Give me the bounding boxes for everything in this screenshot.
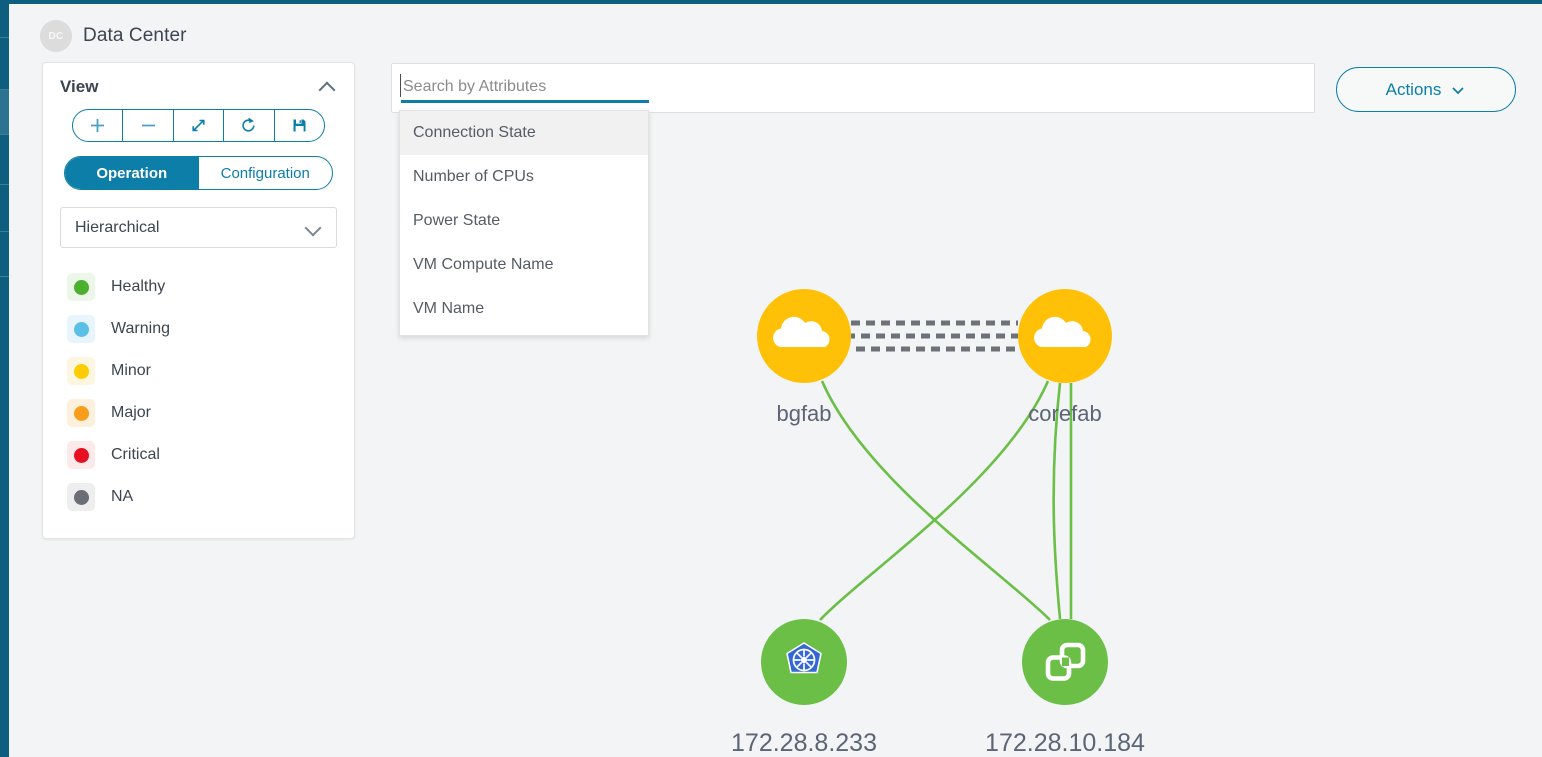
fit-screen-button[interactable] — [174, 110, 225, 141]
node-172-28-10-184[interactable] — [1022, 619, 1108, 705]
mode-toggle-operation[interactable]: Operation — [65, 157, 199, 189]
zoom-in-button[interactable] — [73, 110, 124, 141]
legend-swatch-critical — [67, 441, 95, 469]
legend-item-major: Major — [67, 392, 354, 434]
legend-item-healthy: Healthy — [67, 266, 354, 308]
avatar: DC — [40, 20, 72, 52]
legend-label-healthy: Healthy — [111, 278, 166, 295]
search-attributes-dropdown: Connection State Number of CPUs Power St… — [399, 110, 649, 336]
view-panel-title: View — [60, 77, 99, 96]
zoom-out-button[interactable] — [123, 110, 174, 141]
legend-label-minor: Minor — [111, 362, 152, 379]
nav-segment-7[interactable] — [0, 277, 9, 757]
link-bgfab-corefab[interactable] — [851, 320, 1018, 352]
legend-item-na: NA — [67, 476, 354, 518]
actions-button[interactable]: Actions — [1336, 67, 1516, 112]
search-input[interactable] — [401, 76, 649, 103]
nav-segment-5[interactable] — [0, 185, 9, 232]
text-cursor — [400, 74, 401, 97]
legend-item-critical: Critical — [67, 434, 354, 476]
dropdown-item-vm-name[interactable]: VM Name — [400, 287, 648, 331]
legend-item-warning: Warning — [67, 308, 354, 350]
left-nav-rail[interactable] — [0, 0, 9, 757]
legend-swatch-minor — [67, 357, 95, 385]
view-panel-header: View — [43, 63, 354, 103]
node-corefab[interactable] — [1018, 289, 1112, 383]
nav-segment-3[interactable] — [0, 90, 9, 135]
chevron-up-icon[interactable] — [319, 78, 337, 96]
layout-select-value: Hierarchical — [75, 218, 160, 236]
nav-segment-6[interactable] — [0, 232, 9, 277]
legend-label-critical: Critical — [111, 446, 160, 463]
nav-segment-4[interactable] — [0, 135, 9, 185]
node-172-28-8-233[interactable] — [761, 619, 847, 705]
dropdown-item-power-state[interactable]: Power State — [400, 199, 648, 243]
nav-segment-2[interactable] — [0, 38, 9, 90]
floppy-disk-icon — [293, 119, 306, 132]
legend-item-minor: Minor — [67, 350, 354, 392]
expand-arrows-icon — [192, 119, 205, 132]
refresh-icon — [242, 117, 255, 132]
topology-page: DC Data Center View Operation Configurat… — [0, 0, 1542, 757]
link-corefab-172-28-10-184-curve[interactable] — [1052, 382, 1062, 620]
layout-select[interactable]: Hierarchical — [60, 207, 337, 248]
search-bar — [391, 63, 1315, 113]
page-header: DC Data Center — [40, 20, 187, 52]
legend-swatch-healthy — [67, 273, 95, 301]
minus-icon — [141, 124, 155, 127]
legend-swatch-na — [67, 483, 95, 511]
view-toolbar — [72, 109, 325, 142]
mode-toggle-configuration[interactable]: Configuration — [199, 157, 333, 189]
mode-toggle: Operation Configuration — [64, 156, 333, 190]
legend-swatch-major — [67, 399, 95, 427]
dropdown-item-connection-state[interactable]: Connection State — [400, 111, 648, 155]
plus-icon — [91, 119, 105, 132]
save-view-button[interactable] — [275, 110, 324, 141]
status-legend: Healthy Warning Minor Major Critical NA — [43, 248, 354, 538]
refresh-button[interactable] — [224, 110, 275, 141]
view-panel: View Operation Configuration Hierarchica… — [42, 62, 355, 539]
link-corefab-172-28-8-233[interactable] — [819, 380, 1050, 621]
legend-swatch-warning — [67, 315, 95, 343]
top-accent-bar — [0, 0, 1542, 4]
legend-label-warning: Warning — [111, 320, 170, 337]
chevron-down-icon — [304, 219, 322, 237]
dropdown-item-vm-compute-name[interactable]: VM Compute Name — [400, 243, 648, 287]
chevron-down-icon — [1452, 86, 1464, 94]
legend-label-major: Major — [111, 404, 152, 421]
legend-label-na: NA — [111, 488, 134, 505]
dropdown-item-number-of-cpus[interactable]: Number of CPUs — [400, 155, 648, 199]
link-bgfab-172-28-10-184[interactable] — [820, 380, 1051, 621]
nav-segment-1[interactable] — [0, 0, 9, 38]
page-title: Data Center — [83, 25, 187, 46]
node-bgfab[interactable] — [757, 289, 851, 383]
actions-button-label: Actions — [1385, 79, 1442, 99]
